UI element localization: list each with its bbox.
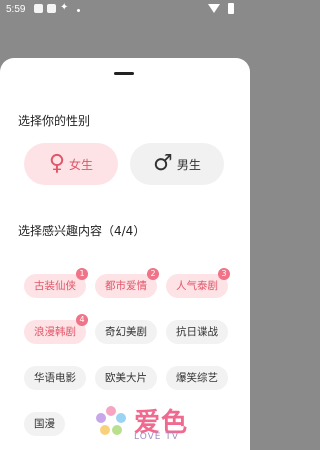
- selection-order-badge: 1: [76, 268, 88, 280]
- gender-female-label: 女生: [69, 157, 94, 172]
- selection-order-badge: 2: [147, 268, 159, 280]
- status-time: 5:59: [6, 4, 26, 15]
- sim-icon: [47, 4, 56, 13]
- interest-tag-label: 欧美大片: [105, 372, 147, 384]
- interest-tag-label: 华语电影: [34, 372, 76, 384]
- status-bar: 5:59 ✦: [0, 0, 250, 20]
- interest-tag-hanju[interactable]: 浪漫韩剧 4: [24, 314, 88, 344]
- bug-icon: ✦: [60, 2, 69, 13]
- interest-tag-zongyi[interactable]: 爆笑综艺: [166, 366, 228, 390]
- gender-male-button[interactable]: ♂ 男生: [130, 143, 224, 185]
- interest-tag-label: 人气泰剧: [176, 280, 218, 292]
- interest-tag-label: 奇幻美剧: [105, 326, 147, 338]
- interest-tag-label: 国漫: [34, 418, 55, 430]
- selection-order-badge: 4: [76, 314, 88, 326]
- gender-male-label: 男生: [176, 157, 201, 172]
- interest-tag-diezhan[interactable]: 抗日谍战: [166, 320, 228, 344]
- female-icon: ♀: [48, 151, 66, 176]
- flower-logo-icon: [96, 406, 126, 435]
- wifi-icon: [208, 4, 220, 13]
- watermark-logo: 爱色 LOVE TV: [94, 404, 214, 450]
- drag-handle[interactable]: [114, 72, 134, 75]
- interest-tag-label: 浪漫韩剧: [34, 326, 76, 338]
- watermark-subtitle: LOVE TV: [134, 432, 179, 442]
- interest-tag-meiju[interactable]: 奇幻美剧: [95, 320, 157, 344]
- interest-tag-label: 都市爱情: [105, 280, 147, 292]
- battery-icon: [228, 3, 234, 14]
- interest-tag-label: 抗日谍战: [176, 326, 218, 338]
- interest-tag-taiju[interactable]: 人气泰剧 3: [166, 268, 230, 298]
- interest-tag-huayu[interactable]: 华语电影: [24, 366, 86, 390]
- interest-tag-label: 古装仙侠: [34, 280, 76, 292]
- interest-tag-guzhuang[interactable]: 古装仙侠 1: [24, 268, 88, 298]
- interest-tag-oumei[interactable]: 欧美大片: [95, 366, 157, 390]
- gender-title: 选择你的性别: [18, 114, 91, 128]
- interest-tag-guoman[interactable]: 国漫: [24, 412, 65, 436]
- interest-tag-label: 爆笑综艺: [176, 372, 218, 384]
- dot-icon: [77, 9, 80, 12]
- notification-icon: [34, 4, 43, 13]
- interest-tag-dushi[interactable]: 都市爱情 2: [95, 268, 159, 298]
- gender-female-button[interactable]: ♀ 女生: [24, 143, 118, 185]
- male-icon: ♂: [153, 151, 173, 176]
- preference-sheet: 选择你的性别 ♀ 女生 ♂ 男生 选择感兴趣内容（4/4） 古装仙侠 1 都市爱…: [0, 58, 250, 450]
- selection-order-badge: 3: [218, 268, 230, 280]
- interest-title: 选择感兴趣内容（4/4）: [18, 224, 146, 238]
